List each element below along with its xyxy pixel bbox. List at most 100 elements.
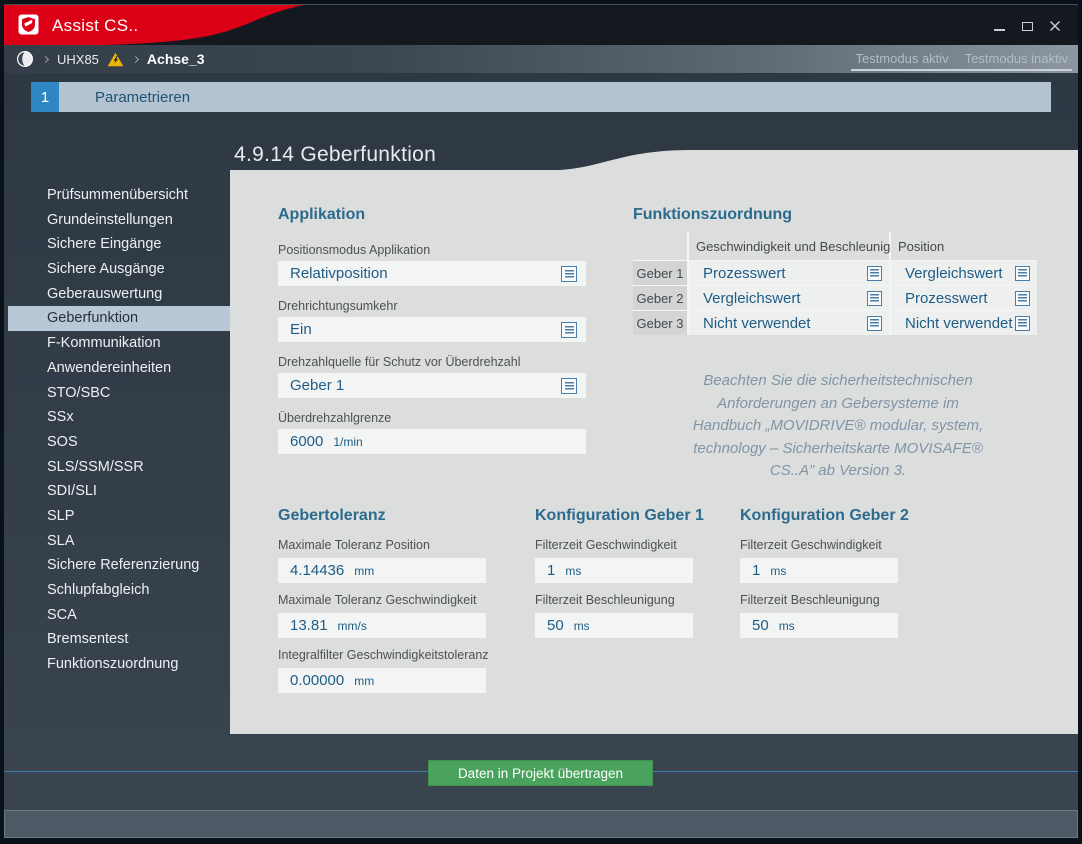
sidebar-item-pruefsummenuebersicht[interactable]: Prüfsummenübersicht [8,183,230,208]
sidebar-item-sca[interactable]: SCA [8,603,230,628]
geber1-speed-dropdown[interactable]: Prozesswert [689,261,889,285]
row-label-geber3: Geber 3 [633,311,687,335]
unit-label: mm [354,674,374,688]
list-dropdown-icon[interactable] [1015,316,1030,331]
unit-label: ms [565,564,581,578]
step-bar[interactable]: 1 Parametrieren [31,82,1051,112]
sidebar-item-sdi-sli[interactable]: SDI/SLI [8,479,230,504]
list-dropdown-icon[interactable] [1015,291,1030,306]
maximize-icon[interactable] [1020,19,1034,33]
network-unit-icon[interactable] [16,50,34,68]
shield-logo-icon [18,14,39,35]
unit-label: mm [354,564,374,578]
sidebar-item-bremsentest[interactable]: Bremsentest [8,627,230,652]
sidebar-item-grundeinstellungen[interactable]: Grundeinstellungen [8,208,230,233]
step-number: 1 [31,82,59,112]
geber1-filterzeit-geschwindigkeit-input[interactable]: 1 ms [535,558,693,583]
sidebar-item-geberauswertung[interactable]: Geberauswertung [8,282,230,307]
safety-note: Beachten Sie die sicherheitstechnischen … [633,370,1043,483]
step-label: Parametrieren [59,82,1051,112]
unit-label: 1/min [333,435,362,449]
field-label: Maximale Toleranz Position [278,538,430,552]
geber2-position-dropdown[interactable]: Prozesswert [891,286,1037,310]
main-area: 1 Parametrieren Prüfsummenübersicht Grun… [4,73,1078,810]
testmode-switch: Testmodus aktiv Testmodus inaktiv [851,47,1072,71]
drehrichtungsumkehr-dropdown[interactable]: Ein [278,317,586,342]
table-corner-cell [633,232,687,260]
sidebar-item-schlupfabgleich[interactable]: Schlupfabgleich [8,578,230,603]
drehzahlquelle-dropdown[interactable]: Geber 1 [278,373,586,398]
max-toleranz-position-input[interactable]: 4.14436 mm [278,558,486,583]
section-title-konfiguration-geber-1: Konfiguration Geber 1 [535,507,704,525]
sidebar-item-f-kommunikation[interactable]: F-Kommunikation [8,331,230,356]
geber1-position-dropdown[interactable]: Vergleichswert [891,261,1037,285]
app-title: Assist CS.. [52,16,138,36]
testmode-inactive-tab[interactable]: Testmodus inaktiv [965,51,1068,66]
geber2-speed-dropdown[interactable]: Vergleichswert [689,286,889,310]
list-dropdown-icon[interactable] [561,322,577,338]
funktionszuordnung-table: Geschwindigkeit und Beschleunigung Posit… [633,232,1037,335]
positionsmodus-dropdown[interactable]: Relativposition [278,261,586,286]
unit-label: ms [779,619,795,633]
sidebar-item-sichere-referenzierung[interactable]: Sichere Referenzierung [8,553,230,578]
transfer-to-project-button[interactable]: Daten in Projekt übertragen [428,760,653,786]
column-header-speed: Geschwindigkeit und Beschleunigung [689,232,889,260]
geber3-speed-dropdown[interactable]: Nicht verwendet [689,311,889,335]
sidebar-item-funktionszuordnung[interactable]: Funktionszuordnung [8,652,230,677]
minimize-icon[interactable] [992,19,1006,33]
sidebar-item-sichere-eingaenge[interactable]: Sichere Eingänge [8,232,230,257]
row-label-geber1: Geber 1 [633,261,687,285]
unit-label: ms [770,564,786,578]
close-icon[interactable] [1048,19,1062,33]
ueberdrehzahlgrenze-input[interactable]: 6000 1/min [278,429,586,454]
field-label: Drehzahlquelle für Schutz vor Überdrehza… [278,355,521,369]
sidebar-item-sls-ssm-ssr[interactable]: SLS/SSM/SSR [8,455,230,480]
breadcrumb-axis[interactable]: Achse_3 [147,51,205,67]
sidebar-item-ssx[interactable]: SSx [8,405,230,430]
section-title-applikation: Applikation [278,206,365,224]
sidebar-item-sos[interactable]: SOS [8,430,230,455]
field-label: Drehrichtungsumkehr [278,299,398,313]
section-title-konfiguration-geber-2: Konfiguration Geber 2 [740,507,909,525]
field-label: Filterzeit Geschwindigkeit [535,538,677,552]
list-dropdown-icon[interactable] [561,266,577,282]
max-toleranz-geschwindigkeit-input[interactable]: 13.81 mm/s [278,613,486,638]
geber2-filterzeit-beschleunigung-input[interactable]: 50 ms [740,613,898,638]
section-title-funktionszuordnung: Funktionszuordnung [633,206,792,224]
content-panel: Applikation Positionsmodus Applikation R… [230,170,1078,734]
sidebar-item-geberfunktion[interactable]: Geberfunktion [8,306,230,331]
status-bar [4,810,1078,838]
list-dropdown-icon[interactable] [1015,266,1030,281]
breadcrumb: UHX85 Achse_3 [16,45,205,73]
field-label: Integralfilter Geschwindigkeitstoleranz [278,648,489,662]
geber1-filterzeit-beschleunigung-input[interactable]: 50 ms [535,613,693,638]
title-bar: Assist CS.. [4,4,1078,45]
app-window: Assist CS.. UHX85 Achse_3 [0,0,1082,844]
sidebar-item-sla[interactable]: SLA [8,529,230,554]
column-header-position: Position [891,232,1037,260]
window-controls [992,18,1062,34]
list-dropdown-icon[interactable] [867,291,882,306]
section-title-gebertoleranz: Gebertoleranz [278,507,386,525]
geber3-position-dropdown[interactable]: Nicht verwendet [891,311,1037,335]
sidebar-item-sto-sbc[interactable]: STO/SBC [8,381,230,406]
list-dropdown-icon[interactable] [561,378,577,394]
testmode-active-tab[interactable]: Testmodus aktiv [855,51,948,66]
geber2-filterzeit-geschwindigkeit-input[interactable]: 1 ms [740,558,898,583]
field-label: Maximale Toleranz Geschwindigkeit [278,593,476,607]
integralfilter-input[interactable]: 0.00000 mm [278,668,486,693]
chevron-right-icon [132,55,139,62]
unit-label: ms [574,619,590,633]
list-dropdown-icon[interactable] [867,316,882,331]
list-dropdown-icon[interactable] [867,266,882,281]
field-label: Positionsmodus Applikation [278,243,430,257]
page-title: 4.9.14 Geberfunktion [234,140,436,170]
breadcrumb-bar: UHX85 Achse_3 Testmodus aktiv Testmodus … [4,45,1078,73]
sidebar-item-slp[interactable]: SLP [8,504,230,529]
sidebar-nav: Prüfsummenübersicht Grundeinstellungen S… [8,183,230,677]
field-label: Filterzeit Beschleunigung [535,593,675,607]
sidebar-item-sichere-ausgaenge[interactable]: Sichere Ausgänge [8,257,230,282]
sidebar-item-anwendereinheiten[interactable]: Anwendereinheiten [8,356,230,381]
breadcrumb-device[interactable]: UHX85 [57,52,99,67]
warning-icon [107,52,124,67]
